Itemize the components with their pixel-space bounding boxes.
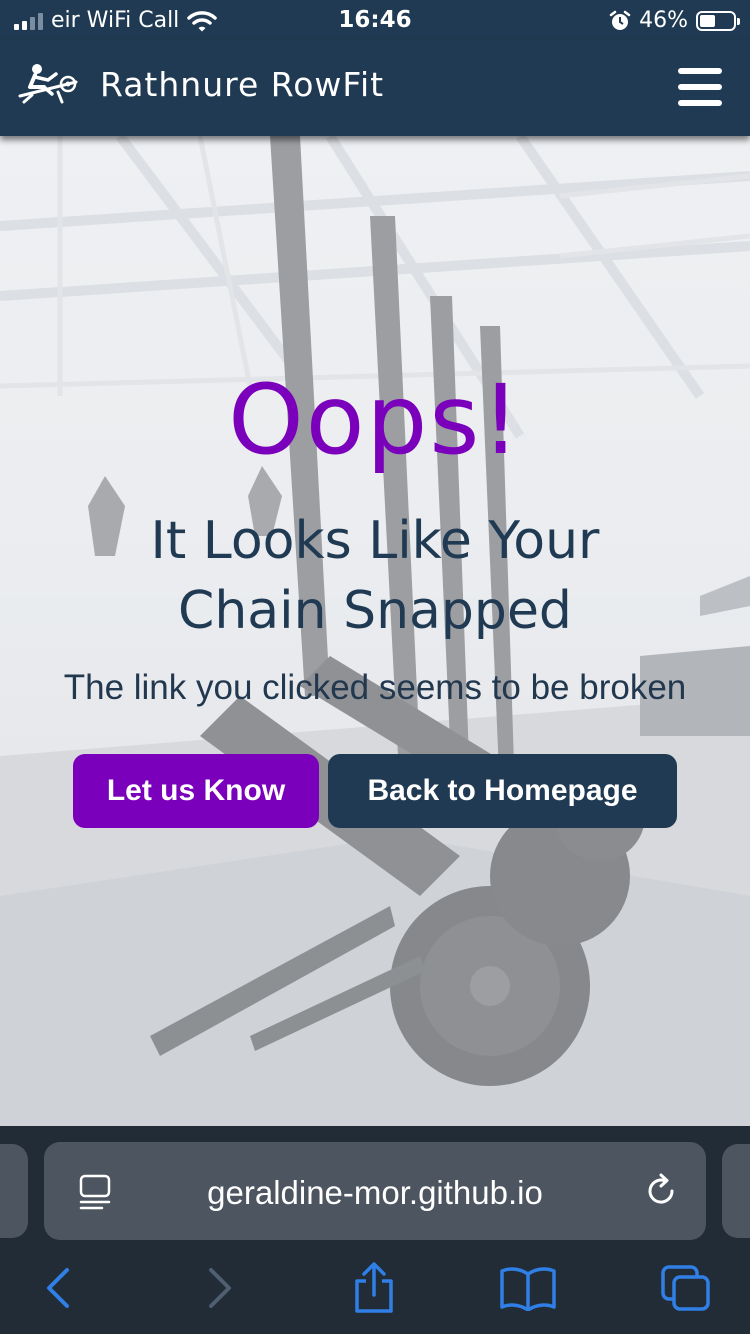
previous-tab-edge[interactable] [0, 1144, 28, 1238]
url-text: geraldine-mor.github.io [207, 1174, 543, 1211]
back-icon[interactable] [28, 1258, 88, 1318]
headline-line-2: Chain Snapped [178, 581, 572, 641]
error-title: Oops! [228, 364, 522, 476]
reload-icon[interactable] [642, 1172, 680, 1210]
forward-icon[interactable] [190, 1258, 250, 1318]
share-icon[interactable] [344, 1258, 404, 1318]
headline-line-1: It Looks Like Your [150, 511, 600, 571]
next-tab-edge[interactable] [722, 1144, 750, 1238]
hamburger-menu-icon[interactable] [678, 68, 722, 106]
brand-name: Rathnure RowFit [100, 64, 385, 104]
error-subtitle: The link you clicked seems to be broken [63, 668, 687, 707]
rower-logo-icon [18, 64, 78, 104]
tabs-icon[interactable] [656, 1258, 716, 1318]
alarm-icon [609, 10, 631, 30]
browser-chrome: geraldine-mor.github.io [0, 1126, 750, 1334]
battery-level [700, 14, 715, 27]
bookmarks-icon[interactable] [498, 1258, 558, 1318]
brand-link[interactable]: Rathnure RowFit [18, 62, 384, 106]
battery-icon [696, 10, 740, 31]
status-right: 46% [609, 8, 740, 33]
browser-toolbar [0, 1254, 750, 1334]
back-to-homepage-button[interactable]: Back to Homepage [328, 754, 677, 828]
status-bar: eir WiFi Call 16:46 46% [0, 0, 750, 40]
error-headline: It Looks Like Your Chain Snapped [0, 506, 750, 646]
navbar: Rathnure RowFit [0, 40, 750, 136]
let-us-know-button[interactable]: Let us Know [73, 754, 319, 828]
hero-section: Oops! It Looks Like Your Chain Snapped T… [0, 136, 750, 1126]
address-bar[interactable]: geraldine-mor.github.io [44, 1142, 706, 1240]
battery-percent: 46% [639, 8, 688, 33]
